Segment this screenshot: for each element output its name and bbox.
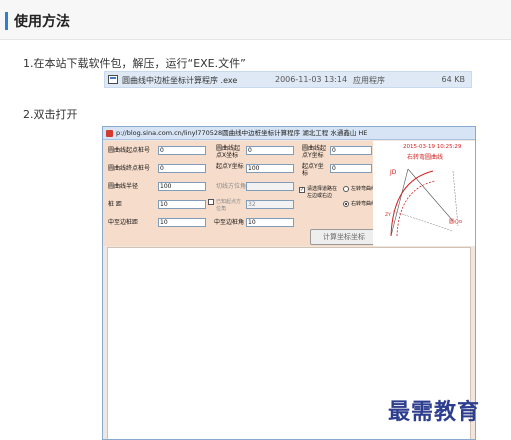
tangent-line-2 [407, 168, 454, 222]
label-radius: 圆曲线半径 [108, 183, 139, 190]
label-edge-angle: 中至边桩角 [214, 219, 245, 226]
label-end-pile: 圆曲线终点桩号 [108, 165, 151, 172]
label-side-check: 请选择道路在左边或右边 [307, 186, 338, 199]
label-spacing: 桩 距 [108, 201, 122, 208]
exe-file-icon [108, 75, 118, 84]
watermark-text: 最需教育 [388, 399, 481, 425]
calculate-button[interactable]: 计算坐标坐标 [310, 229, 378, 245]
label-tangent-azimuth: 已知起点方位角 [216, 199, 242, 212]
file-name: 圆曲线中边桩坐标计算程序 .exe [122, 76, 238, 85]
input-edge-distance[interactable]: 10 [158, 218, 206, 227]
file-type: 应用程序 [353, 76, 385, 85]
diagram-center-label: 圆心o [449, 218, 462, 225]
file-date: 2006-11-03 13:14 [275, 75, 348, 84]
label-edge-distance: 中至边桩距 [108, 219, 139, 226]
input-end-pile[interactable]: 0 [158, 164, 206, 173]
section-title: 使用方法 [14, 14, 70, 30]
radio-turn-right[interactable] [343, 201, 349, 207]
side-checkbox[interactable]: ✓ [299, 187, 305, 193]
section-accent-bar [5, 12, 8, 30]
input-tangent-azimuth[interactable]: 32 [246, 200, 294, 209]
label-tangent-factor: 切线方位角 [216, 183, 247, 190]
chord-line [392, 210, 454, 232]
label-start-pile: 圆曲线起点桩号 [108, 147, 151, 154]
diagram-timestamp: 2015-03-19 10:25:29 [403, 144, 462, 150]
input-start-x[interactable]: 0 [246, 146, 294, 155]
input-start-y[interactable]: 100 [246, 164, 294, 173]
radius-line [452, 170, 459, 227]
label-start-x: 圆曲线起点X坐标 [216, 145, 241, 159]
input-start-pile[interactable]: 0 [158, 146, 206, 155]
diagram-jd-label: JD [389, 169, 397, 176]
diagram-zy-label: ZY [385, 212, 391, 218]
section-header: 使用方法 [0, 0, 511, 40]
input-tangent-factor[interactable] [246, 182, 294, 191]
input-end-x[interactable]: 0 [330, 146, 372, 155]
step-2-text: 2.双击打开 [23, 108, 78, 121]
label-start-y: 起点Y坐标 [216, 163, 244, 170]
app-title: p://blog.sina.com.cn/linyl770528圆曲线中边桩坐标… [116, 129, 368, 137]
input-radius[interactable]: 100 [158, 182, 206, 191]
label-end-y: 起点Y坐标 [302, 163, 324, 177]
tangent-line-1 [390, 168, 409, 237]
input-end-y[interactable]: 0 [330, 164, 372, 173]
input-edge-angle[interactable]: 10 [246, 218, 294, 227]
curve-outer-arc [390, 170, 434, 237]
known-azimuth-checkbox[interactable] [208, 199, 214, 205]
diagram-title: 右转弯圆曲线 [407, 153, 443, 161]
app-window-screenshot: p://blog.sina.com.cn/linyl770528圆曲线中边桩坐标… [102, 126, 476, 440]
label-end-x: 圆曲线起点Y坐标 [302, 145, 327, 159]
curve-diagram: 2015-03-19 10:25:29 右转弯圆曲线 JD ZY 圆心o [373, 141, 475, 246]
step-1-text: 1.在本站下载软件包，解压，运行“EXE.文件” [23, 57, 246, 70]
app-title-bar: p://blog.sina.com.cn/linyl770528圆曲线中边桩坐标… [103, 127, 475, 140]
radio-turn-left[interactable] [343, 186, 349, 192]
file-size: 64 KB [441, 75, 465, 84]
input-spacing[interactable]: 10 [158, 200, 206, 209]
file-row[interactable]: 圆曲线中边桩坐标计算程序 .exe 2006-11-03 13:14 应用程序 … [104, 71, 472, 88]
app-icon [106, 130, 113, 137]
